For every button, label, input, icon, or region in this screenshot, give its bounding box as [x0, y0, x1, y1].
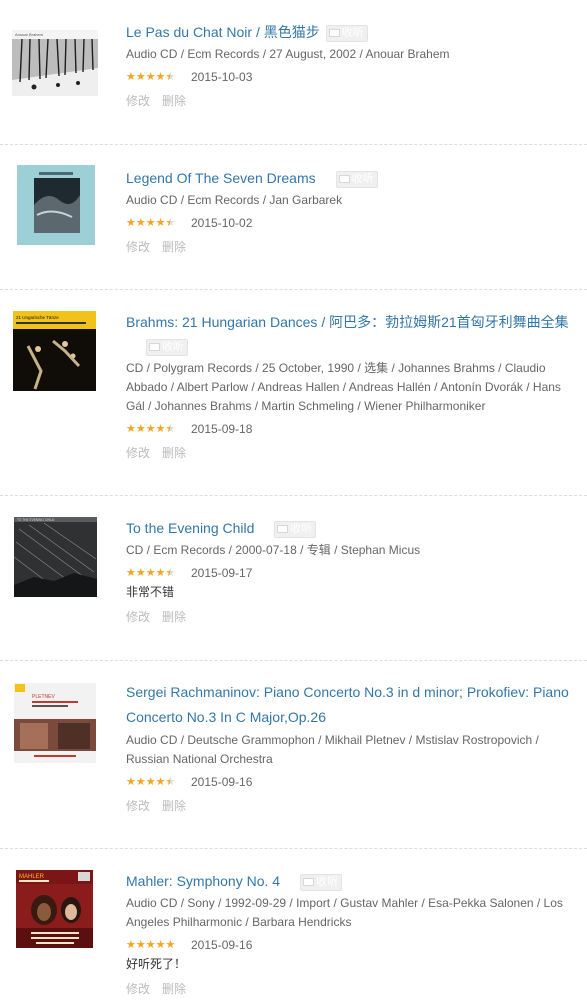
listen-label: 收听: [341, 27, 364, 39]
cover-text: TO THE EVENING CHILD: [17, 518, 55, 522]
album-meta: Audio CD / Sony / 1992-09-29 / Import / …: [126, 896, 563, 929]
delete-link[interactable]: 删除: [162, 446, 186, 460]
listen-label: 收听: [351, 173, 374, 185]
rating-row: ★★★★★★★★★★ 2015-09-18: [126, 421, 577, 437]
rating-row: ★★★★★★★★★★ 2015-09-16: [126, 937, 577, 953]
edit-link[interactable]: 修改: [126, 610, 150, 624]
album-cover[interactable]: Anouar Brahem: [12, 30, 98, 96]
edit-link[interactable]: 修改: [126, 94, 150, 108]
listen-button[interactable]: 收听: [300, 874, 343, 891]
rating-row: ★★★★★★★★★★ 2015-09-16: [126, 774, 577, 790]
star-rating: ★★★★★★★★★★: [126, 566, 176, 580]
album-title-link[interactable]: Le Pas du Chat Noir / 黑色猫步: [126, 24, 320, 40]
list-item: MAHLER Mahler: Symphony No. 4 收听 Audio CD…: [0, 849, 587, 1004]
rated-date: 2015-09-16: [191, 775, 253, 789]
album-title-link[interactable]: Legend Of The Seven Dreams: [126, 170, 316, 186]
rated-date: 2015-09-17: [191, 566, 253, 580]
item-actions: 修改 删除: [126, 797, 577, 814]
play-icon: [149, 343, 160, 351]
album-cover[interactable]: TO THE EVENING CHILD: [14, 517, 97, 597]
rated-date: 2015-10-03: [191, 70, 253, 84]
star-rating: ★★★★★★★★★★: [126, 775, 176, 789]
album-cover[interactable]: 21 Ungarische Tänze: [13, 311, 96, 391]
play-icon: [303, 878, 315, 886]
cover-text: MAHLER: [19, 874, 45, 880]
rating-row: ★★★★★★★★★★ 2015-10-02: [126, 215, 577, 231]
album-title-link[interactable]: Mahler: Symphony No. 4: [126, 873, 280, 889]
album-title-link[interactable]: Sergei Rachmaninov: Piano Concerto No.3 …: [126, 684, 569, 725]
album-title-link[interactable]: Brahms: 21 Hungarian Dances / 阿巴多：勃拉姆斯21…: [126, 314, 569, 330]
album-title: Mahler: Symphony No. 4 收听: [126, 869, 577, 893]
listen-label: 收听: [290, 523, 313, 535]
play-icon: [328, 29, 340, 37]
item-actions: 修改 删除: [126, 444, 577, 461]
listen-label: 收听: [316, 876, 339, 888]
edit-link[interactable]: 修改: [126, 240, 150, 254]
delete-link[interactable]: 删除: [162, 799, 186, 813]
item-actions: 修改 删除: [126, 980, 577, 997]
delete-link[interactable]: 删除: [162, 240, 186, 254]
album-meta: CD / Polygram Records / 25 October, 1990…: [126, 361, 561, 413]
album-title: Legend Of The Seven Dreams 收听: [126, 166, 577, 190]
list-item: Anouar Brahem Le Pas du Chat Noir / 黑色猫步…: [0, 0, 587, 145]
list-item: TO THE EVENING CHILD To the Evening Chil…: [0, 496, 587, 661]
album-meta: Audio CD / Ecm Records / Jan Garbarek: [126, 193, 343, 207]
album-title: Sergei Rachmaninov: Piano Concerto No.3 …: [126, 680, 577, 730]
album-title: To the Evening Child 收听: [126, 516, 577, 540]
album-cover[interactable]: MAHLER: [16, 870, 93, 948]
rating-row: ★★★★★★★★★★ 2015-10-03: [126, 69, 577, 85]
album-title: Brahms: 21 Hungarian Dances / 阿巴多：勃拉姆斯21…: [126, 310, 577, 358]
album-cover[interactable]: [17, 165, 95, 245]
collection-list: Anouar Brahem Le Pas du Chat Noir / 黑色猫步…: [0, 0, 587, 1004]
star-rating: ★★★★★★★★★★: [126, 216, 176, 230]
cover-text: PLETNEV: [32, 694, 55, 700]
listen-button[interactable]: 收听: [335, 171, 378, 188]
listen-button[interactable]: 收听: [146, 339, 188, 356]
item-actions: 修改 删除: [126, 608, 577, 625]
user-comment: 非常不错: [126, 585, 175, 599]
album-meta: Audio CD / Ecm Records / 27 August, 2002…: [126, 47, 450, 61]
cover-text: Anouar Brahem: [15, 32, 44, 37]
list-item: PLETNEV Sergei Rachmaninov: Piano Concer…: [0, 661, 587, 849]
edit-link[interactable]: 修改: [126, 799, 150, 813]
album-title-link[interactable]: To the Evening Child: [126, 520, 254, 536]
user-comment: 好听死了！: [126, 957, 187, 971]
edit-link[interactable]: 修改: [126, 446, 150, 460]
album-title: Le Pas du Chat Noir / 黑色猫步 收听: [126, 20, 577, 44]
listen-label: 收听: [162, 341, 184, 353]
rated-date: 2015-10-02: [191, 216, 253, 230]
rating-row: ★★★★★★★★★★ 2015-09-17: [126, 565, 577, 581]
album-meta: Audio CD / Deutsche Grammophon / Mikhail…: [126, 733, 539, 766]
star-rating: ★★★★★★★★★★: [126, 70, 176, 84]
item-actions: 修改 删除: [126, 238, 577, 255]
star-rating: ★★★★★★★★★★: [126, 938, 176, 952]
album-cover[interactable]: PLETNEV: [14, 683, 96, 763]
listen-button[interactable]: 收听: [274, 521, 317, 538]
list-item: 21 Ungarische Tänze Brahms: 21 Hungarian…: [0, 290, 587, 496]
item-actions: 修改 删除: [126, 92, 577, 109]
rated-date: 2015-09-16: [191, 938, 253, 952]
play-icon: [277, 525, 289, 533]
listen-button[interactable]: 收听: [325, 25, 368, 42]
delete-link[interactable]: 删除: [162, 94, 186, 108]
edit-link[interactable]: 修改: [126, 982, 150, 996]
cover-text: 21 Ungarische Tänze: [16, 315, 59, 320]
star-rating: ★★★★★★★★★★: [126, 422, 176, 436]
delete-link[interactable]: 删除: [162, 610, 186, 624]
list-item: Legend Of The Seven Dreams 收听 Audio CD / …: [0, 145, 587, 290]
rated-date: 2015-09-18: [191, 422, 253, 436]
play-icon: [338, 175, 350, 183]
album-meta: CD / Ecm Records / 2000-07-18 / 专辑 / Ste…: [126, 543, 421, 557]
delete-link[interactable]: 删除: [162, 982, 186, 996]
